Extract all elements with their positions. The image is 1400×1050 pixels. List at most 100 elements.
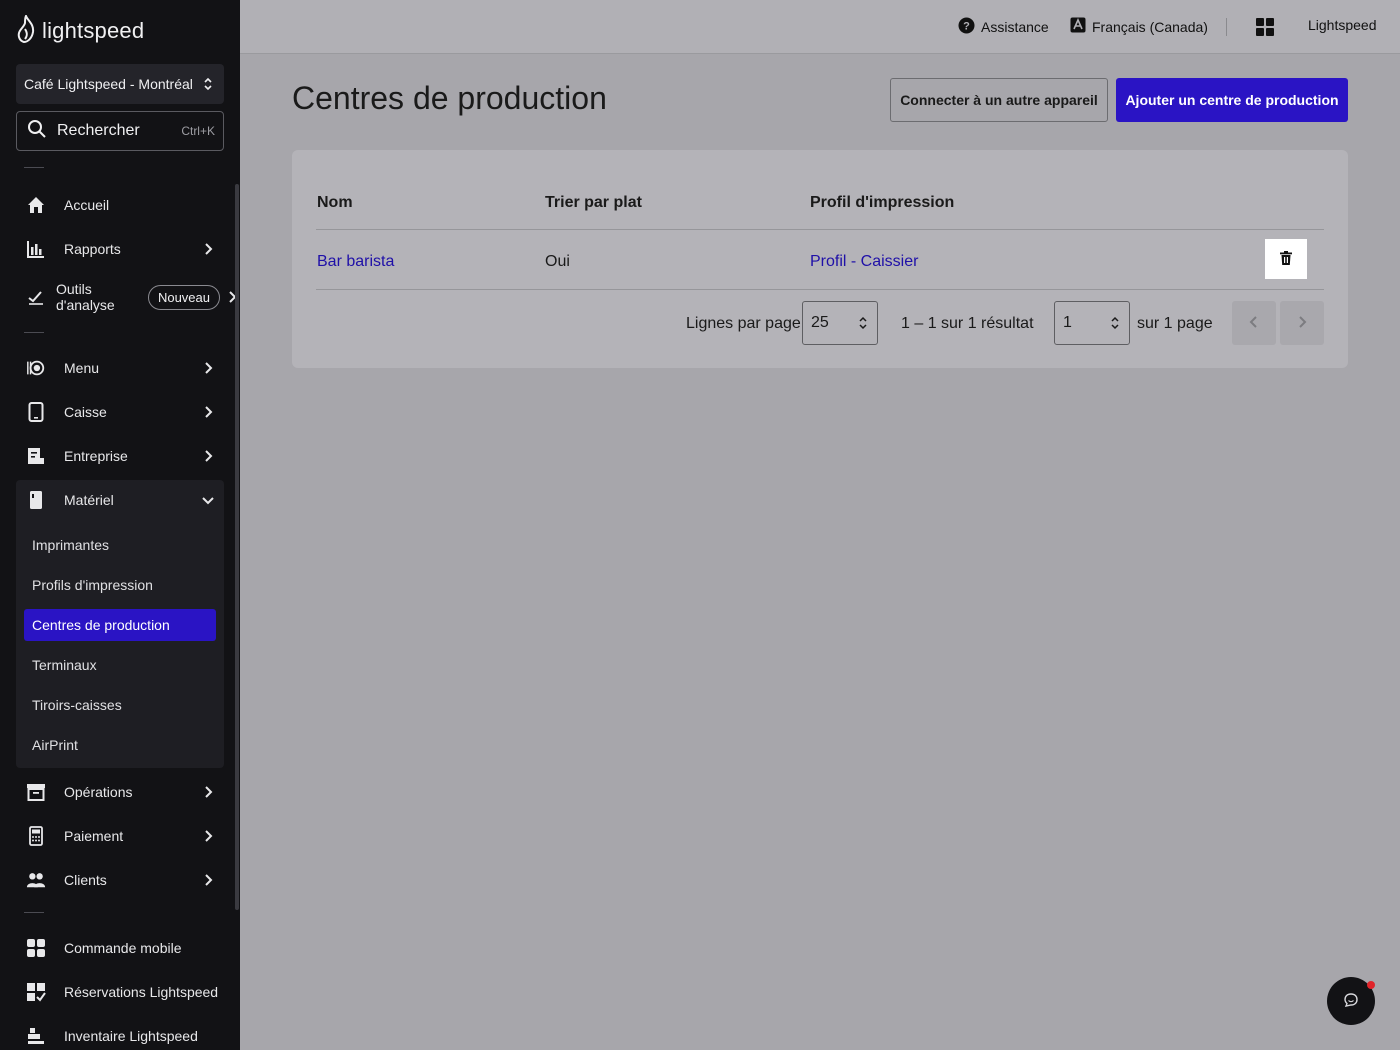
sidebar-scrollbar[interactable] <box>235 184 239 910</box>
language-label: Français (Canada) <box>1092 18 1208 35</box>
sidebar-item-outils-analyse[interactable]: Outils d'analyse Nouveau <box>16 277 240 317</box>
page-title: Centres de production <box>292 80 607 116</box>
bar-chart-icon <box>26 239 46 259</box>
apps-grid-icon <box>1256 18 1274 39</box>
account-menu[interactable]: Lightspeed <box>1308 17 1377 33</box>
logo-text: lightspeed <box>42 18 145 43</box>
connect-device-button[interactable]: Connecter à un autre appareil <box>890 78 1108 122</box>
page-number-value: 1 <box>1063 314 1072 331</box>
flame-logo-icon <box>16 13 36 48</box>
sidebar-item-clients[interactable]: Clients <box>16 860 224 900</box>
page-number-select[interactable]: 1 <box>1054 301 1130 345</box>
label-line-2: d'analyse <box>56 297 115 313</box>
sidebar-subitem-airprint[interactable]: AirPrint <box>24 729 216 761</box>
tablet-icon <box>26 402 46 422</box>
chevron-down-icon <box>200 492 216 508</box>
payment-terminal-icon <box>26 826 46 846</box>
sidebar-item-label: Opérations <box>64 784 133 800</box>
store-name: Café Lightspeed - Montréal <box>24 76 193 92</box>
apps-grid-button[interactable] <box>1256 18 1274 39</box>
sidebar-subitem-terminaux[interactable]: Terminaux <box>24 649 216 681</box>
previous-page-button[interactable] <box>1232 301 1276 345</box>
sidebar-item-label: Matériel <box>64 492 114 508</box>
help-icon: ? <box>958 17 975 37</box>
sidebar-item-paiement[interactable]: Paiement <box>16 816 224 856</box>
sidebar-item-operations[interactable]: Opérations <box>16 772 224 812</box>
top-bar: ? Assistance Français (Canada) Lightspee… <box>240 0 1400 54</box>
sidebar-item-caisse[interactable]: Caisse <box>16 392 224 432</box>
rows-per-page-label: Lignes par page <box>686 315 801 332</box>
sidebar-item-inventaire[interactable]: Inventaire Lightspeed <box>16 1016 224 1050</box>
archive-icon <box>26 782 46 802</box>
svg-text:?: ? <box>963 21 970 33</box>
up-down-chevron-icon <box>202 76 214 92</box>
topbar-divider <box>1226 18 1227 36</box>
account-label: Lightspeed <box>1308 17 1377 33</box>
business-icon <box>26 446 46 466</box>
sidebar-item-entreprise[interactable]: Entreprise <box>16 436 224 476</box>
sidebar-item-commande-mobile[interactable]: Commande mobile <box>16 928 224 968</box>
search-input[interactable]: Rechercher Ctrl+K <box>16 111 224 151</box>
analytics-icon <box>26 287 46 307</box>
row-name-link[interactable]: Bar barista <box>317 253 394 271</box>
search-shortcut: Ctrl+K <box>181 124 215 138</box>
people-icon <box>26 870 46 890</box>
sidebar-item-label: Paiement <box>64 828 124 844</box>
language-selector[interactable]: Français (Canada) <box>1070 17 1208 36</box>
chevron-right-icon <box>200 828 216 844</box>
sidebar-subitem-tiroirs-caisses[interactable]: Tiroirs-caisses <box>24 689 216 721</box>
results-range: 1 – 1 sur 1 résultat <box>901 315 1034 332</box>
production-centers-table: Nom Trier par plat Profil d'impression B… <box>292 150 1348 368</box>
sidebar-item-accueil[interactable]: Accueil <box>16 185 224 225</box>
assistance-label: Assistance <box>981 19 1049 35</box>
sidebar-item-materiel[interactable]: Matériel <box>16 480 224 520</box>
sidebar-item-label: Commande mobile <box>64 940 182 956</box>
label-line-1: Outils <box>56 281 92 297</box>
chevron-left-icon <box>1249 315 1259 332</box>
chat-icon <box>1343 992 1359 1011</box>
sidebar-subitem-centres-production[interactable]: Centres de production <box>24 609 216 641</box>
up-down-chevron-icon <box>859 316 867 330</box>
sidebar-item-reservations[interactable]: Réservations Lightspeed <box>16 972 224 1012</box>
row-print-profile-link[interactable]: Profil - Caissier <box>810 253 918 271</box>
add-production-center-button[interactable]: Ajouter un centre de production <box>1116 78 1348 122</box>
trash-icon <box>1280 250 1292 268</box>
sidebar-item-label: Inventaire Lightspeed <box>64 1028 198 1044</box>
sidebar-item-rapports[interactable]: Rapports <box>16 229 224 269</box>
sidebar-item-label: Réservations Lightspeed <box>64 984 219 1000</box>
hardware-icon <box>26 490 46 510</box>
menu-icon <box>26 358 46 378</box>
sidebar-item-label: Clients <box>64 872 107 888</box>
total-pages-label: sur 1 page <box>1137 315 1213 332</box>
chevron-right-icon <box>200 872 216 888</box>
notification-dot <box>1367 981 1375 989</box>
chevron-right-icon <box>200 784 216 800</box>
sidebar-item-label: Menu <box>64 360 100 376</box>
inventory-icon <box>26 1026 46 1046</box>
delete-row-button[interactable] <box>1265 239 1307 279</box>
assistance-link[interactable]: ? Assistance <box>958 17 1049 37</box>
column-header-profil-impression: Profil d'impression <box>810 194 955 211</box>
header-divider <box>316 229 1324 230</box>
new-badge: Nouveau <box>147 284 220 310</box>
column-header-trier-par-plat: Trier par plat <box>545 194 642 211</box>
rows-per-page-select[interactable]: 25 <box>802 301 878 345</box>
row-sort-by-dish: Oui <box>545 253 570 270</box>
sidebar: lightspeed Café Lightspeed - Montréal Re… <box>0 0 240 1050</box>
search-icon <box>27 119 47 144</box>
sidebar-item-label: Accueil <box>64 197 110 213</box>
home-icon <box>26 195 46 215</box>
store-selector[interactable]: Café Lightspeed - Montréal <box>16 64 224 104</box>
next-page-button[interactable] <box>1280 301 1324 345</box>
grid-icon <box>26 938 46 958</box>
row-divider <box>316 289 1324 290</box>
chevron-right-icon <box>200 448 216 464</box>
lightspeed-logo[interactable]: lightspeed <box>16 13 145 48</box>
chevron-right-icon <box>1297 315 1307 332</box>
sidebar-subitem-imprimantes[interactable]: Imprimantes <box>24 529 216 561</box>
divider <box>24 332 44 333</box>
chevron-right-icon <box>200 241 216 257</box>
up-down-chevron-icon <box>1111 316 1119 330</box>
sidebar-subitem-profils-impression[interactable]: Profils d'impression <box>24 569 216 601</box>
sidebar-item-menu[interactable]: Menu <box>16 348 224 388</box>
